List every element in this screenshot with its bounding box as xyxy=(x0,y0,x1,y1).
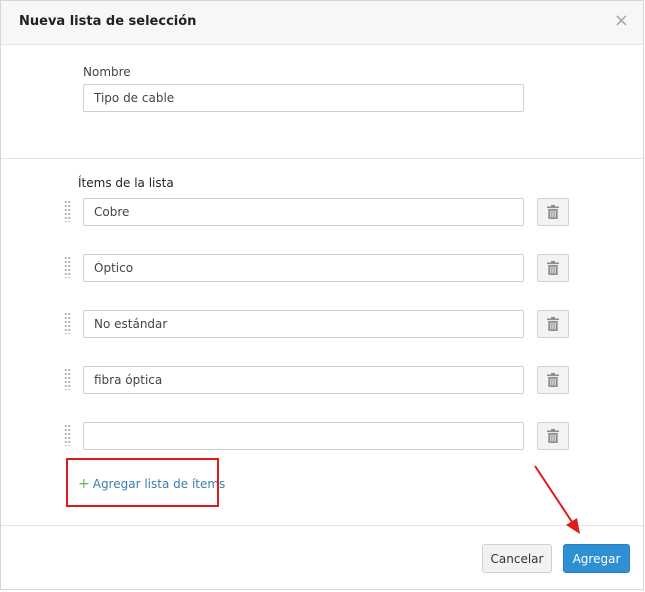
trash-icon xyxy=(547,373,559,387)
name-label: Nombre xyxy=(83,65,131,79)
cancel-button[interactable]: Cancelar xyxy=(482,544,552,573)
list-item-input[interactable] xyxy=(83,366,524,394)
drag-handle-icon[interactable] xyxy=(64,256,71,278)
close-icon[interactable]: × xyxy=(614,12,629,30)
annotation-highlight-box xyxy=(66,458,219,507)
drag-handle-icon[interactable] xyxy=(64,312,71,334)
delete-item-button[interactable] xyxy=(537,198,569,226)
list-item-input[interactable] xyxy=(83,310,524,338)
delete-item-button[interactable] xyxy=(537,310,569,338)
list-item-input[interactable] xyxy=(83,422,524,450)
trash-icon xyxy=(547,317,559,331)
delete-item-button[interactable] xyxy=(537,254,569,282)
trash-icon xyxy=(547,261,559,275)
section-divider xyxy=(1,158,643,159)
footer-divider xyxy=(1,525,643,526)
new-selection-list-dialog: Nueva lista de selección × Nombre Ítems … xyxy=(0,0,644,590)
trash-icon xyxy=(547,429,559,443)
delete-item-button[interactable] xyxy=(537,366,569,394)
add-button[interactable]: Agregar xyxy=(563,544,630,573)
list-item-input[interactable] xyxy=(83,254,524,282)
list-item-input[interactable] xyxy=(83,198,524,226)
drag-handle-icon[interactable] xyxy=(64,424,71,446)
drag-handle-icon[interactable] xyxy=(64,368,71,390)
items-label: Ítems de la lista xyxy=(78,176,174,190)
delete-item-button[interactable] xyxy=(537,422,569,450)
dialog-title: Nueva lista de selección xyxy=(19,14,197,29)
trash-icon xyxy=(547,205,559,219)
drag-handle-icon[interactable] xyxy=(64,200,71,222)
dialog-header: Nueva lista de selección × xyxy=(1,1,643,45)
name-input[interactable] xyxy=(83,84,524,112)
